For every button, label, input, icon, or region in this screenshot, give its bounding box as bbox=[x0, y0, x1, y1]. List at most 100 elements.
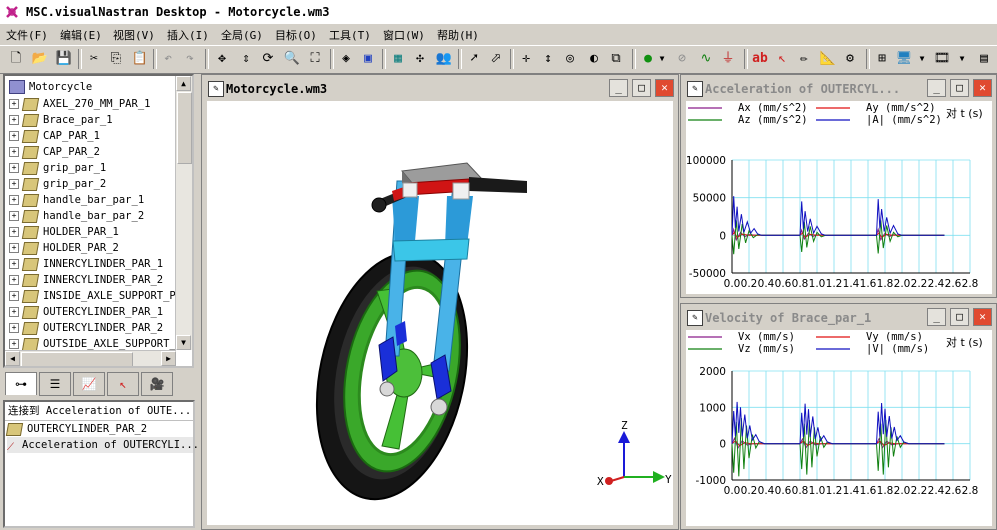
maximize-button[interactable]: □ bbox=[950, 79, 969, 97]
box-icon[interactable]: ▣ bbox=[358, 49, 378, 69]
tree-item[interactable]: + INNERCYLINDER_PAR_2 bbox=[9, 272, 163, 288]
tree-item[interactable]: + INSIDE_AXLE_SUPPORT_PAR bbox=[9, 288, 188, 304]
move-icon[interactable]: ✥ bbox=[212, 49, 232, 69]
menu-tools[interactable]: 工具(T) bbox=[329, 27, 371, 43]
arrow-icon[interactable]: ↖ bbox=[772, 49, 792, 69]
select-icon[interactable]: ⬀ bbox=[486, 49, 506, 69]
film-dropdown-icon[interactable]: ▼ bbox=[952, 49, 972, 69]
tree-item[interactable]: + CAP_PAR_1 bbox=[9, 128, 100, 144]
close-button[interactable]: ✕ bbox=[973, 79, 992, 97]
copy-icon[interactable]: ⎘ bbox=[106, 49, 126, 69]
tree-vertical-scrollbar[interactable]: ▲ ▼ bbox=[175, 76, 192, 350]
render-icon[interactable]: ◈ bbox=[336, 49, 356, 69]
tree-item[interactable]: + OUTERCYLINDER_PAR_1 bbox=[9, 304, 163, 320]
tree-item[interactable]: + HOLDER_PAR_2 bbox=[9, 240, 119, 256]
tree-item[interactable]: + Brace_par_1 bbox=[9, 112, 113, 128]
expand-icon[interactable]: + bbox=[9, 115, 19, 125]
measure-icon[interactable]: ✏ bbox=[794, 49, 814, 69]
expand-icon[interactable]: + bbox=[9, 163, 19, 173]
expand-icon[interactable]: + bbox=[9, 291, 19, 301]
constraint-icon[interactable]: ⏚ bbox=[718, 49, 738, 69]
rotate-icon[interactable]: ⟳ bbox=[258, 49, 278, 69]
people-icon[interactable]: 👥 bbox=[434, 49, 454, 69]
film-icon[interactable]: 🎞 bbox=[932, 49, 952, 69]
script-icon[interactable]: ⚙ bbox=[840, 49, 860, 69]
acceleration-plot-area[interactable]: Ax (mm/s^2) Ay (mm/s^2) Az (mm/s^2) |A| (mm… bbox=[686, 101, 992, 294]
new-icon[interactable]: 🗋 bbox=[6, 49, 26, 69]
list-tab[interactable]: ☰ bbox=[39, 372, 71, 396]
menu-window[interactable]: 窗口(W) bbox=[383, 27, 425, 43]
expand-icon[interactable]: + bbox=[9, 275, 19, 285]
frame-icon[interactable]: ⧉ bbox=[606, 49, 626, 69]
zoom-icon[interactable]: 🔍 bbox=[282, 49, 302, 69]
undo-icon[interactable]: ↶ bbox=[158, 49, 178, 69]
scroll-right-icon[interactable]: ▶ bbox=[161, 351, 176, 366]
minimize-button[interactable]: _ bbox=[927, 79, 946, 97]
tree-tab[interactable]: ⊶ bbox=[5, 372, 37, 395]
dot-dropdown-icon[interactable]: ▼ bbox=[652, 49, 672, 69]
close-button[interactable]: ✕ bbox=[655, 79, 674, 97]
expand-icon[interactable]: + bbox=[9, 339, 19, 349]
velocity-plot-area[interactable]: Vx (mm/s) Vy (mm/s) Vz (mm/s) |V| (mm/s) 对 t… bbox=[686, 330, 992, 526]
expand-icon[interactable]: + bbox=[9, 195, 19, 205]
screen-dropdown-icon[interactable]: ▼ bbox=[912, 49, 932, 69]
tree-item[interactable]: + handle_bar_par_1 bbox=[9, 192, 144, 208]
expand-icon[interactable]: + bbox=[9, 99, 19, 109]
orbit-icon[interactable]: ◎ bbox=[560, 49, 580, 69]
expand-icon[interactable]: + bbox=[9, 147, 19, 157]
grid-icon[interactable]: ▦ bbox=[388, 49, 408, 69]
spring-icon[interactable]: ∿ bbox=[696, 49, 716, 69]
tree-item[interactable]: + CAP_PAR_2 bbox=[9, 144, 100, 160]
list-item[interactable]: ⟋ Acceleration of OUTERCYLI... bbox=[7, 437, 199, 453]
maximize-button[interactable]: □ bbox=[950, 308, 969, 326]
expand-icon[interactable]: + bbox=[9, 131, 19, 141]
open-icon[interactable]: 📂 bbox=[30, 49, 50, 69]
tree-item[interactable]: + OUTERCYLINDER_PAR_2 bbox=[9, 320, 163, 336]
minimize-button[interactable]: _ bbox=[609, 79, 628, 97]
graph-tab[interactable]: 📈 bbox=[73, 372, 105, 396]
pan-icon[interactable]: ⇕ bbox=[236, 49, 256, 69]
expand-icon[interactable]: + bbox=[9, 227, 19, 237]
zoom-fit-icon[interactable]: ⛶ bbox=[305, 49, 325, 69]
expand-icon[interactable]: + bbox=[9, 211, 19, 221]
options-icon[interactable]: ▤ bbox=[974, 49, 994, 69]
expand-icon[interactable]: + bbox=[9, 179, 19, 189]
vertical-arrows-icon[interactable]: ↕ bbox=[538, 49, 558, 69]
tree-root[interactable]: Motorcycle bbox=[9, 79, 92, 95]
translate-icon[interactable]: ✛ bbox=[516, 49, 536, 69]
maximize-button[interactable]: □ bbox=[632, 79, 651, 97]
minimize-button[interactable]: _ bbox=[927, 308, 946, 326]
menu-insert[interactable]: 插入(I) bbox=[167, 27, 209, 43]
tree-item[interactable]: + HOLDER_PAR_1 bbox=[9, 224, 119, 240]
tree-item[interactable]: + grip_par_2 bbox=[9, 176, 106, 192]
camera-tab[interactable]: 🎥 bbox=[141, 372, 173, 396]
redo-icon[interactable]: ↷ bbox=[180, 49, 200, 69]
tree-item[interactable]: + INNERCYLINDER_PAR_1 bbox=[9, 256, 163, 272]
scroll-up-icon[interactable]: ▲ bbox=[176, 76, 191, 91]
ruler-icon[interactable]: 📐 bbox=[818, 49, 838, 69]
scroll-thumb[interactable] bbox=[177, 92, 192, 164]
scroll-left-icon[interactable]: ◀ bbox=[5, 351, 20, 366]
pointer-icon[interactable]: ➚ bbox=[464, 49, 484, 69]
layout-icon[interactable]: ⊞ bbox=[872, 49, 892, 69]
camera-icon[interactable]: ◐ bbox=[584, 49, 604, 69]
expand-icon[interactable]: + bbox=[9, 243, 19, 253]
menu-view[interactable]: 视图(V) bbox=[113, 27, 155, 43]
menu-file[interactable]: 文件(F) bbox=[6, 27, 48, 43]
list-item[interactable]: OUTERCYLINDER_PAR_2 bbox=[5, 421, 147, 437]
tree-item[interactable]: + AXEL_270_MM_PAR_1 bbox=[9, 96, 150, 112]
screen-icon[interactable]: 🖥 bbox=[894, 49, 914, 69]
scroll-down-icon[interactable]: ▼ bbox=[176, 335, 191, 350]
scroll-thumb[interactable] bbox=[21, 352, 133, 366]
joint-icon[interactable]: ✣ bbox=[410, 49, 430, 69]
3d-viewport[interactable]: Z Y X bbox=[207, 101, 673, 525]
save-icon[interactable]: 💾 bbox=[54, 49, 74, 69]
menu-object[interactable]: 目标(O) bbox=[275, 27, 317, 43]
expand-icon[interactable]: + bbox=[9, 259, 19, 269]
tree-item[interactable]: + handle_bar_par_2 bbox=[9, 208, 144, 224]
tree-item[interactable]: + grip_par_1 bbox=[9, 160, 106, 176]
tree-horizontal-scrollbar[interactable]: ◀ ▶ bbox=[5, 350, 176, 366]
menu-global[interactable]: 全局(G) bbox=[221, 27, 263, 43]
text-icon[interactable]: ab bbox=[750, 49, 770, 69]
close-button[interactable]: ✕ bbox=[973, 308, 992, 326]
